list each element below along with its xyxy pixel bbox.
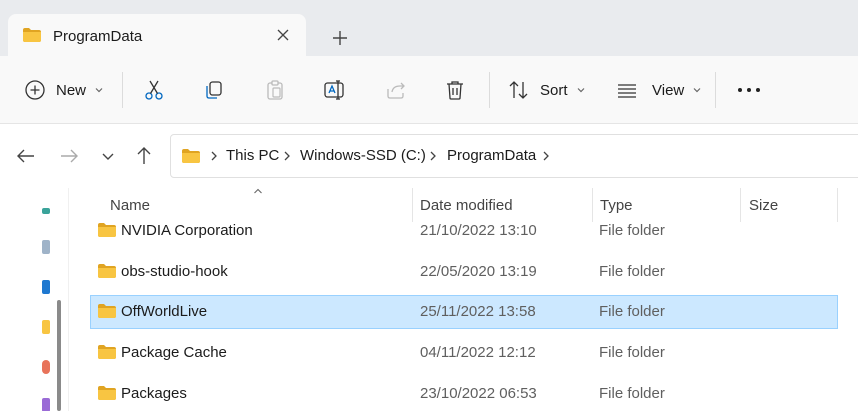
- column-header-date[interactable]: Date modified: [420, 197, 513, 214]
- chevron-down-icon: [577, 88, 584, 93]
- sort-icon: [509, 81, 528, 99]
- pane-item-icon[interactable]: [42, 360, 50, 374]
- pane-item-icon[interactable]: [42, 280, 50, 294]
- command-bar: New Sort View: [0, 56, 858, 124]
- file-name: OffWorldLive: [121, 303, 208, 320]
- view-label: View: [652, 81, 685, 99]
- file-type: File folder: [599, 222, 665, 239]
- file-name: NVIDIA Corporation: [121, 222, 253, 239]
- pane-divider[interactable]: [68, 188, 69, 411]
- tab-title: ProgramData: [53, 28, 143, 45]
- folder-icon: [23, 28, 41, 42]
- pane-item-icon[interactable]: [42, 320, 50, 334]
- paste-icon[interactable]: [264, 79, 286, 101]
- copy-icon[interactable]: [203, 79, 225, 101]
- file-date-modified: 22/05/2020 13:19: [420, 263, 537, 280]
- folder-icon: [98, 386, 116, 400]
- chevron-right-icon[interactable]: [282, 150, 292, 162]
- file-explorer-window: ProgramData New Sort View This PC Window…: [0, 0, 858, 411]
- arrow-up-icon[interactable]: [132, 144, 156, 168]
- more-icon[interactable]: [737, 87, 761, 93]
- file-date-modified: 23/10/2022 06:53: [420, 385, 537, 402]
- pane-item-icon[interactable]: [42, 240, 50, 254]
- delete-icon[interactable]: [444, 79, 466, 101]
- folder-icon: [98, 304, 116, 318]
- arrow-left-icon[interactable]: [14, 144, 38, 168]
- toolbar-divider: [489, 72, 490, 108]
- file-type: File folder: [599, 344, 665, 361]
- file-name: Package Cache: [121, 344, 227, 361]
- breadcrumb[interactable]: This PC Windows-SSD (C:) ProgramData: [170, 134, 858, 178]
- share-icon[interactable]: [385, 79, 407, 101]
- table-row[interactable]: OffWorldLive 25/11/2022 13:58 File folder: [90, 295, 838, 329]
- sort-label: Sort: [540, 81, 568, 99]
- table-row[interactable]: NVIDIA Corporation 21/10/2022 13:10 File f…: [90, 214, 838, 248]
- column-header-size[interactable]: Size: [749, 197, 778, 214]
- tab-programdata[interactable]: ProgramData: [8, 14, 306, 58]
- sort-ascending-icon: [254, 188, 262, 194]
- cut-icon[interactable]: [143, 79, 165, 101]
- table-row[interactable]: obs-studio-hook 22/05/2020 13:19 File fold…: [90, 255, 838, 289]
- folder-icon: [98, 345, 116, 359]
- file-name: Packages: [121, 385, 187, 402]
- file-date-modified: 04/11/2022 12:12: [420, 344, 536, 361]
- chevron-down-icon: [693, 88, 701, 93]
- pane-item-icon[interactable]: [42, 398, 50, 411]
- toolbar-divider: [715, 72, 716, 108]
- arrow-right-icon[interactable]: [57, 144, 81, 168]
- address-row: This PC Windows-SSD (C:) ProgramData: [0, 124, 858, 188]
- breadcrumb-this-pc[interactable]: This PC: [226, 147, 279, 164]
- breadcrumb-programdata[interactable]: ProgramData: [447, 147, 536, 164]
- folder-icon: [98, 223, 116, 237]
- title-bar: ProgramData: [0, 0, 858, 58]
- pane-item-icon[interactable]: [42, 208, 50, 214]
- view-icon: [618, 84, 636, 98]
- file-date-modified: 21/10/2022 13:10: [420, 222, 537, 239]
- table-row[interactable]: Package Cache 04/11/2022 12:12 File folder: [90, 336, 838, 370]
- file-type: File folder: [599, 303, 665, 320]
- plus-icon[interactable]: [326, 24, 354, 52]
- file-type: File folder: [599, 385, 665, 402]
- chevron-down-icon[interactable]: [96, 144, 120, 168]
- folder-icon: [98, 264, 116, 278]
- file-type: File folder: [599, 263, 665, 280]
- table-row[interactable]: Packages 23/10/2022 06:53 File folder: [90, 377, 838, 411]
- sort-button[interactable]: Sort: [508, 56, 586, 124]
- breadcrumb-windows-ssd[interactable]: Windows-SSD (C:): [300, 147, 426, 164]
- column-header-type[interactable]: Type: [600, 197, 633, 214]
- file-date-modified: 25/11/2022 13:58: [420, 303, 536, 320]
- chevron-right-icon[interactable]: [428, 150, 438, 162]
- chevron-right-icon[interactable]: [209, 150, 219, 162]
- chevron-down-icon: [95, 88, 103, 93]
- view-button[interactable]: View: [616, 56, 702, 124]
- chevron-right-icon[interactable]: [541, 150, 551, 162]
- toolbar-divider: [122, 72, 123, 108]
- new-button[interactable]: New: [24, 56, 104, 124]
- navigation-pane-scrollbar[interactable]: [57, 300, 61, 411]
- file-name: obs-studio-hook: [121, 263, 228, 280]
- folder-icon: [182, 149, 200, 163]
- add-circle-icon: [25, 80, 45, 100]
- rename-icon[interactable]: [323, 79, 347, 101]
- new-label: New: [56, 81, 87, 99]
- close-icon[interactable]: [274, 26, 292, 44]
- column-header-name[interactable]: Name: [110, 197, 150, 214]
